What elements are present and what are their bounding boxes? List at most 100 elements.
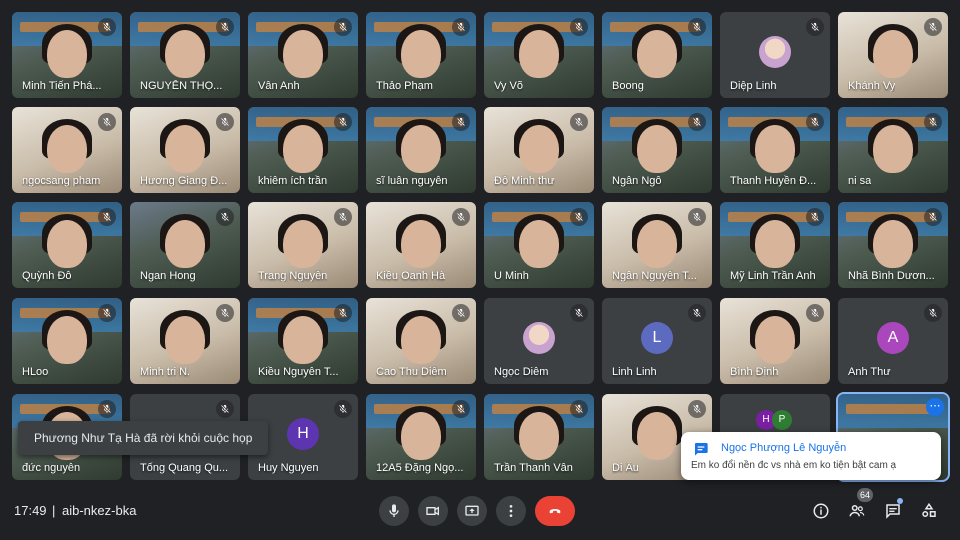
participant-tile[interactable]: Vân Anh: [248, 12, 358, 98]
participant-name: Bình Định: [730, 366, 779, 378]
participant-tile[interactable]: Trang Nguyễn: [248, 202, 358, 288]
participant-tile[interactable]: L Linh Linh: [602, 298, 712, 384]
grouped-avatar: P: [772, 410, 792, 430]
participant-tile[interactable]: A Anh Thư: [838, 298, 948, 384]
participant-tile[interactable]: Ngân Ngô: [602, 107, 712, 193]
participant-name: HLoo: [22, 366, 49, 378]
participant-tile[interactable]: Ngọc Diễm: [484, 298, 594, 384]
participant-face: [165, 316, 205, 364]
participant-tile[interactable]: Diệp Linh: [720, 12, 830, 98]
participant-name: Ngân Ngô: [612, 175, 662, 187]
participant-tile[interactable]: Ngân Nguyễn T...: [602, 202, 712, 288]
participant-tile[interactable]: Kiều Oanh Hà: [366, 202, 476, 288]
participant-face: [401, 125, 441, 173]
mic-off-icon: [216, 304, 234, 322]
mic-off-icon: [570, 400, 588, 418]
participant-face: [873, 220, 913, 268]
participant-tile[interactable]: Đỗ Minh thư: [484, 107, 594, 193]
participant-tile[interactable]: Minh tri N.: [130, 298, 240, 384]
participant-name: Mỹ Linh Trần Anh: [730, 270, 816, 282]
chat-bubble-icon: [694, 443, 708, 456]
participant-tile[interactable]: Nhã Bình Dươn...: [838, 202, 948, 288]
participant-face: [755, 316, 795, 364]
activities-button[interactable]: [918, 500, 940, 522]
participant-name: NGUYỄN THỌ...: [140, 80, 223, 92]
toast-text: Phương Như Tạ Hà đã rời khỏi cuộc họp: [34, 431, 253, 445]
participant-tile[interactable]: Hương Giang Đ...: [130, 107, 240, 193]
participant-tile[interactable]: Minh Tiến Phá...: [12, 12, 122, 98]
participant-face: [401, 30, 441, 78]
profile-photo: [523, 322, 555, 354]
participant-name: Thanh Huyền Đ...: [730, 175, 817, 187]
participant-tile[interactable]: Thảo Phạm: [366, 12, 476, 98]
tile-more-options-icon[interactable]: ⋯: [926, 398, 944, 416]
leave-call-button[interactable]: [535, 496, 575, 526]
participant-tile[interactable]: Ngan Hong: [130, 202, 240, 288]
participant-face: [401, 316, 441, 364]
participant-face: [165, 30, 205, 78]
meeting-details-button[interactable]: [810, 500, 832, 522]
participant-tile[interactable]: U Minh: [484, 202, 594, 288]
mic-off-icon: [98, 304, 116, 322]
activities-icon: [922, 502, 936, 517]
participant-face: [755, 125, 795, 173]
meeting-code: aib-nkez-bka: [62, 503, 137, 518]
participant-tile[interactable]: NGUYỄN THỌ...: [130, 12, 240, 98]
participant-name: Ngọc Diễm: [494, 366, 549, 378]
participant-tile[interactable]: HLoo: [12, 298, 122, 384]
present-icon: [465, 505, 479, 516]
mic-off-icon: [452, 113, 470, 131]
present-button[interactable]: [457, 496, 487, 526]
participant-tile[interactable]: Thanh Huyền Đ...: [720, 107, 830, 193]
mic-icon: [389, 504, 399, 517]
participant-tile[interactable]: khiêm ích trần: [248, 107, 358, 193]
chat-notification[interactable]: Ngọc Phượng Lê Nguyễn Em ko đổi nền đc v…: [681, 432, 941, 480]
participant-tile[interactable]: Quỳnh Đỗ: [12, 202, 122, 288]
mic-off-icon: [98, 18, 116, 36]
letter-avatar: L: [641, 322, 673, 354]
participant-name: Thảo Phạm: [376, 80, 433, 92]
participant-tile[interactable]: Mỹ Linh Trần Anh: [720, 202, 830, 288]
microphone-button[interactable]: [379, 496, 409, 526]
participant-name: Ngan Hong: [140, 270, 196, 282]
participant-tile[interactable]: Cao Thu Diễm: [366, 298, 476, 384]
mic-off-icon: [570, 18, 588, 36]
participant-face: [519, 125, 559, 173]
participant-tile[interactable]: Khánh Vy: [838, 12, 948, 98]
participant-tile[interactable]: Trần Thanh Vân: [484, 394, 594, 480]
participant-name: ni sa: [848, 175, 872, 187]
participant-name: Huy Nguyen: [258, 462, 319, 474]
mic-off-icon: [334, 208, 352, 226]
participant-tile[interactable]: ngocsang pham: [12, 107, 122, 193]
camera-button[interactable]: [418, 496, 448, 526]
people-icon: [849, 505, 865, 517]
mic-off-icon: [452, 304, 470, 322]
participant-name: Anh Thư: [848, 366, 891, 378]
participant-tile[interactable]: Vy Võ: [484, 12, 594, 98]
participant-tile[interactable]: Kiều Nguyễn T...: [248, 298, 358, 384]
participant-face: [873, 125, 913, 173]
participant-face: [47, 316, 87, 364]
mic-off-icon: [334, 304, 352, 322]
mic-off-icon: [688, 304, 706, 322]
participant-name: U Minh: [494, 270, 529, 282]
left-meeting-toast: Phương Như Tạ Hà đã rời khỏi cuộc họp: [18, 421, 269, 455]
participant-name: Kiều Oanh Hà: [376, 270, 446, 282]
participant-name: Boong: [612, 80, 644, 92]
mic-off-icon: [924, 208, 942, 226]
participant-tile[interactable]: sĩ luân nguyễn: [366, 107, 476, 193]
people-button[interactable]: [846, 500, 868, 522]
participant-name: Khánh Vy: [848, 80, 896, 92]
mic-off-icon: [216, 18, 234, 36]
participant-tile[interactable]: ni sa: [838, 107, 948, 193]
letter-avatar: A: [877, 322, 909, 354]
participant-tile[interactable]: Boong: [602, 12, 712, 98]
mic-off-icon: [688, 208, 706, 226]
more-options-button[interactable]: [496, 496, 526, 526]
participant-tile[interactable]: 12A5 Đặng Ngọ...: [366, 394, 476, 480]
participant-tile[interactable]: Bình Định: [720, 298, 830, 384]
participant-name: Hương Giang Đ...: [140, 175, 228, 187]
participant-name: Vân Anh: [258, 80, 300, 92]
participant-face: [165, 220, 205, 268]
participant-face: [519, 30, 559, 78]
